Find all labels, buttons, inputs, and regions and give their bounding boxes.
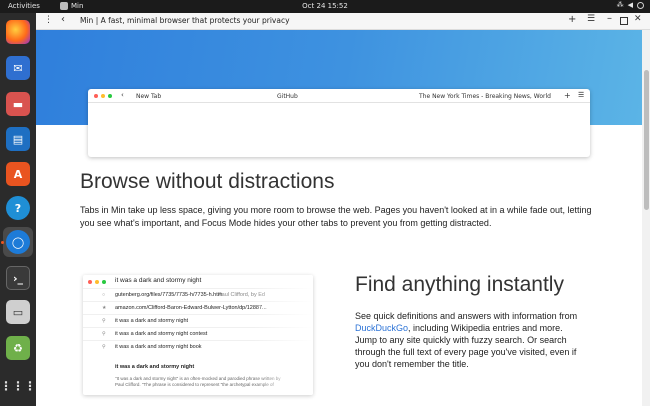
minimize-icon[interactable]: – xyxy=(607,13,612,24)
mock-tab-github: GitHub xyxy=(277,93,298,100)
search-mock-close-dot xyxy=(88,280,92,284)
duckduckgo-link[interactable]: DuckDuckGo xyxy=(355,323,408,333)
browser-titlebar: ⋮ ‹ Min | A fast, minimal browser that p… xyxy=(36,13,650,30)
search-icon: ⚲ xyxy=(102,331,106,337)
star-icon: ★ xyxy=(102,305,107,311)
page-content: ‹ New Tab GitHub The New York Times - Br… xyxy=(36,30,650,406)
list-item-text: it was a dark and stormy night book xyxy=(115,344,202,350)
writer-icon[interactable]: ▤ xyxy=(6,127,30,151)
overflow-menu-icon[interactable]: ⋮ xyxy=(44,15,53,25)
firefox-icon[interactable] xyxy=(6,20,30,44)
mock-minimize-dot xyxy=(101,94,105,98)
section-heading-distractions: Browse without distractions xyxy=(80,170,335,193)
close-icon[interactable]: ✕ xyxy=(634,14,642,24)
section-heading-find: Find anything instantly xyxy=(355,273,564,296)
maximize-icon[interactable] xyxy=(620,17,628,25)
thunderbird-icon[interactable]: ✉ xyxy=(6,56,30,80)
page-title[interactable]: Min | A fast, minimal browser that prote… xyxy=(80,16,290,25)
mock-tab-bar: ‹ New Tab GitHub The New York Times - Br… xyxy=(88,89,590,103)
mock-tab-nyt: The New York Times - Breaking News, Worl… xyxy=(419,93,551,100)
section-body-distractions: Tabs in Min take up less space, giving y… xyxy=(80,205,592,228)
mock-tab-new: New Tab xyxy=(136,93,162,100)
browser-window: ⋮ ‹ Min | A fast, minimal browser that p… xyxy=(36,13,650,406)
search-mock-query: it was a dark and stormy night xyxy=(115,277,202,284)
mock-plus-icon: + xyxy=(564,91,571,100)
hamburger-menu-icon[interactable]: ☰ xyxy=(587,14,595,24)
history-icon: ○ xyxy=(102,292,106,298)
min-browser-icon[interactable]: ◯ xyxy=(6,230,30,254)
terminal-icon[interactable]: ›_ xyxy=(6,266,30,290)
apps-grid-icon[interactable]: ⋮⋮⋮ xyxy=(0,374,36,398)
system-tray[interactable]: ⁂ ◀ xyxy=(617,1,644,9)
search-icon: ⚲ xyxy=(102,344,106,350)
mock-maximize-dot xyxy=(108,94,112,98)
section-body-find: See quick definitions and answers with i… xyxy=(355,310,587,370)
help-icon[interactable]: ? xyxy=(6,196,30,220)
network-icon: ⁂ xyxy=(616,1,624,9)
tab-bar-screenshot: ‹ New Tab GitHub The New York Times - Br… xyxy=(88,89,590,157)
fade-overlay xyxy=(253,275,313,395)
clock[interactable]: Oct 24 15:52 xyxy=(0,2,650,10)
search-mock-maximize-dot xyxy=(102,280,106,284)
list-item-text: it was a dark and stormy night contest xyxy=(115,331,208,337)
list-item-text: gutenberg.org/files/7735/7735-h/7735-h.h… xyxy=(115,292,223,298)
page-scrollbar[interactable] xyxy=(642,30,650,406)
mock-menu-icon: ☰ xyxy=(578,91,585,99)
mock-back-icon: ‹ xyxy=(121,91,124,99)
back-icon[interactable]: ‹ xyxy=(61,14,65,25)
power-icon xyxy=(637,1,644,9)
search-screenshot: it was a dark and stormy night ○ gutenbe… xyxy=(83,275,313,395)
save-icon[interactable]: ▭ xyxy=(6,300,30,324)
trash-icon[interactable]: ♻ xyxy=(6,336,30,360)
list-item-text: amazon.com/Clifford-Baron-Edward-Bulwer-… xyxy=(115,305,267,311)
mock-close-dot xyxy=(94,94,98,98)
system-top-bar: Activities Min Oct 24 15:52 ⁂ ◀ xyxy=(0,0,650,13)
find-body-start: See quick definitions and answers with i… xyxy=(355,311,578,321)
new-tab-icon[interactable]: + xyxy=(568,14,576,25)
scrollbar-thumb[interactable] xyxy=(644,70,649,210)
search-icon: ⚲ xyxy=(102,318,106,324)
volume-icon: ◀ xyxy=(627,1,633,9)
dock: ✉ ▬ ▤ A ? ◯ ›_ ▭ ♻ ⋮⋮⋮ xyxy=(0,13,36,406)
answer-title: it was a dark and stormy night xyxy=(115,364,195,370)
software-icon[interactable]: A xyxy=(6,162,30,186)
list-item-text: it was a dark and stormy night xyxy=(115,318,189,324)
search-mock-minimize-dot xyxy=(95,280,99,284)
running-indicator xyxy=(1,241,4,244)
files-icon[interactable]: ▬ xyxy=(6,92,30,116)
